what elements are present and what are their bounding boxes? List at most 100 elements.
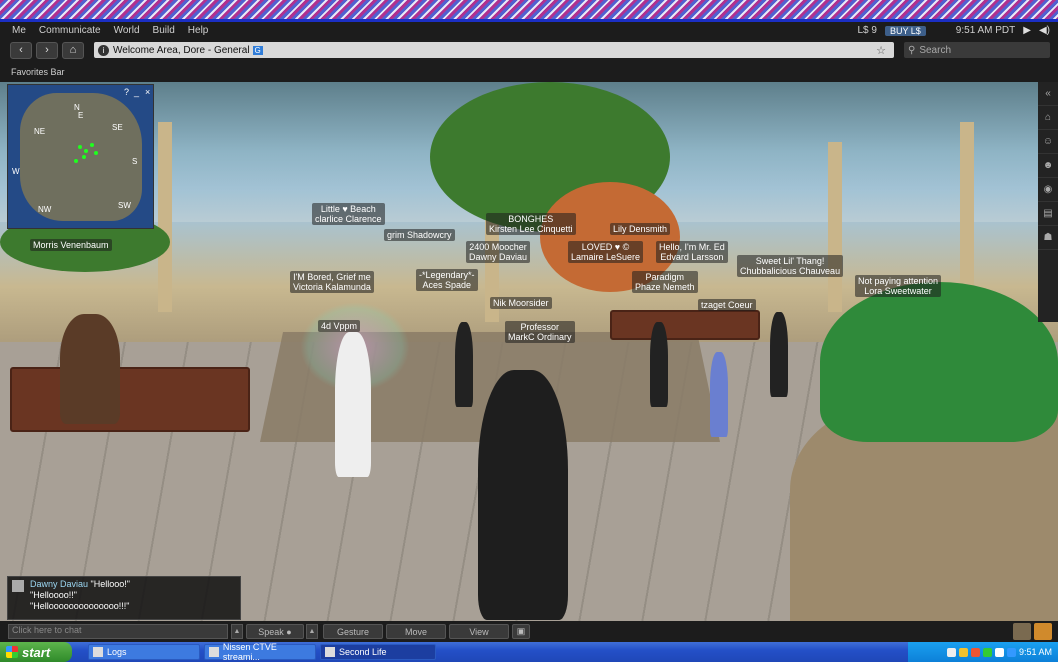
tray-icon[interactable] [958, 647, 968, 657]
windows-logo-icon [6, 646, 18, 658]
network-icon[interactable] [1006, 647, 1016, 657]
avatar-white[interactable] [335, 332, 371, 477]
tray-icon[interactable] [970, 647, 980, 657]
chat-input[interactable]: Click here to chat [8, 624, 228, 639]
speak-label: Speak [258, 626, 284, 637]
minimap[interactable]: N NE E SE S SW W NW ? _ × [7, 84, 154, 229]
buy-currency-button[interactable]: BUY L$ [884, 25, 926, 36]
avatar-name-tag: 2400 Moocher Dawny Daviau [466, 241, 531, 263]
taskbar-item-stream[interactable]: Nissen CTVE streami... [204, 642, 316, 662]
minimap-minimize-icon[interactable]: _ [134, 87, 139, 97]
linden-balance[interactable]: L$ 9 [857, 25, 876, 36]
avatar-sitting[interactable] [60, 314, 120, 424]
avatar-name-tag: -*Legendary*- Aces Spade [416, 269, 478, 291]
window-title-stripe [0, 0, 1058, 22]
navigation-bar: ‹ › ⌂ i Welcome Area, Dore - General G ☆… [0, 39, 1058, 61]
sidebar-appearance-icon[interactable]: ☗ [1038, 226, 1058, 250]
menu-bar: Me Communicate World Build Help L$ 9 BUY… [0, 22, 1058, 39]
menu-build[interactable]: Build [153, 25, 175, 36]
play-media-icon[interactable]: ▶ [1023, 25, 1031, 36]
chat-line-3: "Helloooooooooooooo!!!" [30, 601, 130, 611]
avatar-name-tag: grim Shadowcry [384, 229, 455, 241]
forward-icon[interactable]: › [36, 41, 58, 59]
speak-button[interactable]: Speak ● [246, 624, 304, 639]
sidebar-inventory-icon[interactable]: ▤ [1038, 202, 1058, 226]
gesture-button[interactable]: Gesture [323, 624, 383, 639]
second-life-icon [325, 647, 335, 657]
world-viewport[interactable]: N NE E SE S SW W NW ? _ × Morris Venenba… [0, 82, 1058, 621]
pillar [828, 142, 842, 312]
chat-notification-icon[interactable] [1034, 623, 1052, 640]
back-icon[interactable]: ‹ [10, 41, 32, 59]
sidebar-profile-icon[interactable]: ☺ [1038, 130, 1058, 154]
bench-left [10, 367, 250, 432]
info-icon[interactable]: i [98, 44, 109, 56]
taskbar-item-second-life[interactable]: Second Life [320, 644, 436, 660]
avatar-name-tag: 4d Vppm [318, 320, 361, 332]
avatar-name-tag: I'M Bored, Grief me Victoria Kalamunda [290, 271, 374, 293]
menu-me[interactable]: Me [12, 25, 26, 36]
volume-icon[interactable]: ◀) [1039, 25, 1050, 36]
chat-line-2: "Helloooo!!" [30, 590, 77, 600]
tray-icon[interactable] [982, 647, 992, 657]
avatar[interactable] [710, 352, 728, 437]
minimap-label-sw: SW [118, 201, 131, 210]
sidebar-home-icon[interactable]: ⌂ [1038, 106, 1058, 130]
view-button[interactable]: View [449, 624, 509, 639]
avatar-name-tag: Morris Venenbaum [30, 239, 112, 251]
minimap-help-icon[interactable]: ? [124, 87, 129, 97]
avatar-name-tag: LOVED ♥ © Lamaire LeSuere [568, 241, 644, 263]
clock: 9:51 AM PDT [955, 25, 1016, 36]
snapshot-icon[interactable]: ▣ [512, 624, 530, 639]
tray-icon[interactable] [946, 647, 956, 657]
windows-taskbar: start Logs Nissen CTVE streami... Second… [0, 642, 1058, 662]
chat-speaker-name[interactable]: Dawny Daviau [30, 579, 88, 589]
search-input[interactable]: ⚲ Search [904, 42, 1050, 58]
tray-icon[interactable] [994, 647, 1004, 657]
home-icon[interactable]: ⌂ [62, 41, 84, 59]
chat-history-chevron-icon[interactable]: ▲ [231, 624, 243, 639]
speak-chevron-icon[interactable]: ▲ [306, 624, 318, 639]
sidebar-people-icon[interactable]: ☻ [1038, 154, 1058, 178]
menu-status-area: L$ 9 BUY L$ 9:51 AM PDT ▶ ◀) [857, 22, 1050, 39]
sidebar-collapse-icon[interactable]: « [1038, 82, 1058, 106]
taskbar-item-label: Nissen CTVE streami... [222, 642, 277, 662]
location-field[interactable]: i Welcome Area, Dore - General G ☆ [94, 42, 894, 58]
menu-help[interactable]: Help [188, 25, 209, 36]
maturity-rating-badge: G [252, 45, 263, 55]
pillar [158, 122, 172, 312]
avatar-name-tag: Lily Densmith [610, 223, 671, 235]
sidebar-places-icon[interactable]: ◉ [1038, 178, 1058, 202]
folder-icon [93, 647, 103, 657]
minimap-label-s: S [132, 157, 138, 166]
avatar-name-tag: Nik Moorsider [490, 297, 552, 309]
menu-communicate[interactable]: Communicate [39, 25, 101, 36]
minimap-avatar-dot [78, 145, 82, 149]
avatar-player[interactable] [478, 370, 568, 620]
minimap-label-w: W [12, 167, 20, 176]
bench-back [610, 310, 760, 340]
move-button[interactable]: Move [386, 624, 446, 639]
speak-dot-icon: ● [286, 626, 292, 637]
fern-plant [820, 282, 1058, 442]
minimap-avatar-dot [74, 159, 78, 163]
avatar-name-tag: Little ♥ Beach clarlice Clarence [312, 203, 385, 225]
chat-avatar-icon [12, 580, 24, 592]
location-text: Welcome Area, Dore - General [113, 44, 250, 56]
start-label: start [22, 644, 51, 660]
avatar[interactable] [770, 312, 788, 397]
search-placeholder: Search [919, 44, 952, 56]
notifications-icon[interactable] [1013, 623, 1031, 640]
start-button[interactable]: start [0, 642, 72, 662]
nearby-chat-log: Dawny Daviau "Hellooo!" "Helloooo!!" "He… [7, 576, 241, 620]
minimap-close-icon[interactable]: × [145, 87, 150, 97]
window-icon [209, 647, 219, 657]
minimap-avatar-dot [94, 151, 98, 155]
search-icon: ⚲ [908, 44, 916, 56]
minimap-label-e: E [78, 111, 84, 120]
avatar[interactable] [650, 322, 668, 407]
avatar[interactable] [455, 322, 473, 407]
taskbar-item-logs[interactable]: Logs [88, 644, 200, 660]
menu-world[interactable]: World [114, 25, 140, 36]
favorite-star-icon[interactable]: ☆ [876, 44, 886, 57]
